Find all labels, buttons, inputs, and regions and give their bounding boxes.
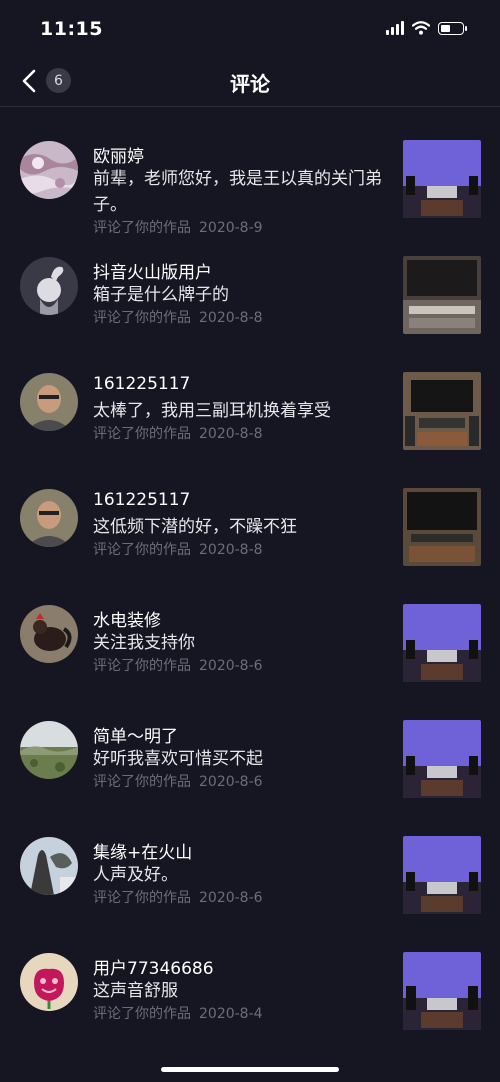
battery-icon xyxy=(438,21,467,35)
meta-label: 评论了你的作品 xyxy=(93,774,191,790)
avatar[interactable] xyxy=(20,257,78,315)
comment-date: 2020-8-6 xyxy=(199,774,263,790)
video-thumbnail[interactable] xyxy=(403,836,481,914)
comment-item[interactable]: 简单～明了 好听我喜欢可惜买不起 评论了你的作品 2020-8-6 xyxy=(0,687,500,803)
comment-text: 这声音舒服 xyxy=(93,981,178,1001)
comment-meta: 评论了你的作品 2020-8-8 xyxy=(93,423,263,443)
cellular-signal-icon xyxy=(386,21,404,35)
comment-text: 前辈，老师您好，我是王以真的关门弟子。 xyxy=(93,169,382,215)
comment-text: 这低频下潜的好，不躁不狂 xyxy=(93,517,297,537)
status-icons xyxy=(386,21,467,35)
meta-label: 评论了你的作品 xyxy=(93,542,191,558)
comment-text: 人声及好。 xyxy=(93,865,178,885)
commenter-name[interactable]: 集缘+在火山 xyxy=(93,838,192,863)
comment-text: 关注我支持你 xyxy=(93,633,195,653)
comment-meta: 评论了你的作品 2020-8-6 xyxy=(93,887,263,907)
comment-item[interactable]: 水电装修 关注我支持你 评论了你的作品 2020-8-6 xyxy=(0,571,500,687)
comment-item[interactable]: 集缘+在火山 人声及好。 评论了你的作品 2020-8-6 xyxy=(0,803,500,919)
comment-meta: 评论了你的作品 2020-8-6 xyxy=(93,655,263,675)
comment-date: 2020-8-8 xyxy=(199,426,263,442)
comment-item[interactable]: 欧丽婷 前辈，老师您好，我是王以真的关门弟子。 评论了你的作品 2020-8-9 xyxy=(0,107,500,236)
commenter-name[interactable]: 161225117 xyxy=(93,490,190,510)
meta-label: 评论了你的作品 xyxy=(93,658,191,674)
video-thumbnail[interactable] xyxy=(403,140,481,218)
meta-label: 评论了你的作品 xyxy=(93,1006,191,1022)
comment-item[interactable]: 抖音火山版用户 箱子是什么牌子的 评论了你的作品 2020-8-8 xyxy=(0,223,500,339)
comment-list: 欧丽婷 前辈，老师您好，我是王以真的关门弟子。 评论了你的作品 2020-8-9 … xyxy=(0,107,500,1035)
commenter-name[interactable]: 161225117 xyxy=(93,374,190,394)
commenter-name[interactable]: 用户77346686 xyxy=(93,954,214,979)
commenter-name[interactable]: 欧丽婷 xyxy=(93,142,144,167)
comment-text: 太棒了，我用三副耳机换着享受 xyxy=(93,401,331,421)
meta-label: 评论了你的作品 xyxy=(93,310,191,326)
nav-bar: 6 评论 xyxy=(0,58,500,107)
avatar[interactable] xyxy=(20,721,78,779)
page-title: 评论 xyxy=(230,72,270,96)
comment-meta: 评论了你的作品 2020-8-4 xyxy=(93,1003,263,1023)
wifi-icon xyxy=(412,21,430,35)
comment-date: 2020-8-6 xyxy=(199,890,263,906)
avatar[interactable] xyxy=(20,373,78,431)
status-time: 11:15 xyxy=(40,18,103,40)
avatar[interactable] xyxy=(20,837,78,895)
avatar[interactable] xyxy=(20,141,78,199)
comment-item[interactable]: 161225117 太棒了，我用三副耳机换着享受 评论了你的作品 2020-8-8 xyxy=(0,339,500,455)
meta-label: 评论了你的作品 xyxy=(93,890,191,906)
comment-meta: 评论了你的作品 2020-8-8 xyxy=(93,539,263,559)
comment-text: 箱子是什么牌子的 xyxy=(93,285,229,305)
comment-item[interactable]: 161225117 这低频下潜的好，不躁不狂 评论了你的作品 2020-8-8 xyxy=(0,455,500,571)
comment-date: 2020-8-8 xyxy=(199,542,263,558)
commenter-name[interactable]: 简单～明了 xyxy=(93,722,178,747)
comment-meta: 评论了你的作品 2020-8-6 xyxy=(93,771,263,791)
video-thumbnail[interactable] xyxy=(403,488,481,566)
comment-date: 2020-8-8 xyxy=(199,310,263,326)
commenter-name[interactable]: 水电装修 xyxy=(93,606,161,631)
home-indicator[interactable] xyxy=(161,1067,339,1072)
video-thumbnail[interactable] xyxy=(403,256,481,334)
comment-meta: 评论了你的作品 2020-8-8 xyxy=(93,307,263,327)
comment-item[interactable]: 用户77346686 这声音舒服 评论了你的作品 2020-8-4 xyxy=(0,919,500,1035)
video-thumbnail[interactable] xyxy=(403,372,481,450)
video-thumbnail[interactable] xyxy=(403,720,481,798)
commenter-name[interactable]: 抖音火山版用户 xyxy=(93,258,212,283)
comment-date: 2020-8-4 xyxy=(199,1006,263,1022)
video-thumbnail[interactable] xyxy=(403,952,481,1030)
meta-label: 评论了你的作品 xyxy=(93,426,191,442)
avatar[interactable] xyxy=(20,489,78,547)
status-bar: 11:15 xyxy=(0,0,500,58)
video-thumbnail[interactable] xyxy=(403,604,481,682)
avatar[interactable] xyxy=(20,953,78,1011)
comment-date: 2020-8-6 xyxy=(199,658,263,674)
avatar[interactable] xyxy=(20,605,78,663)
comment-text: 好听我喜欢可惜买不起 xyxy=(93,749,263,769)
